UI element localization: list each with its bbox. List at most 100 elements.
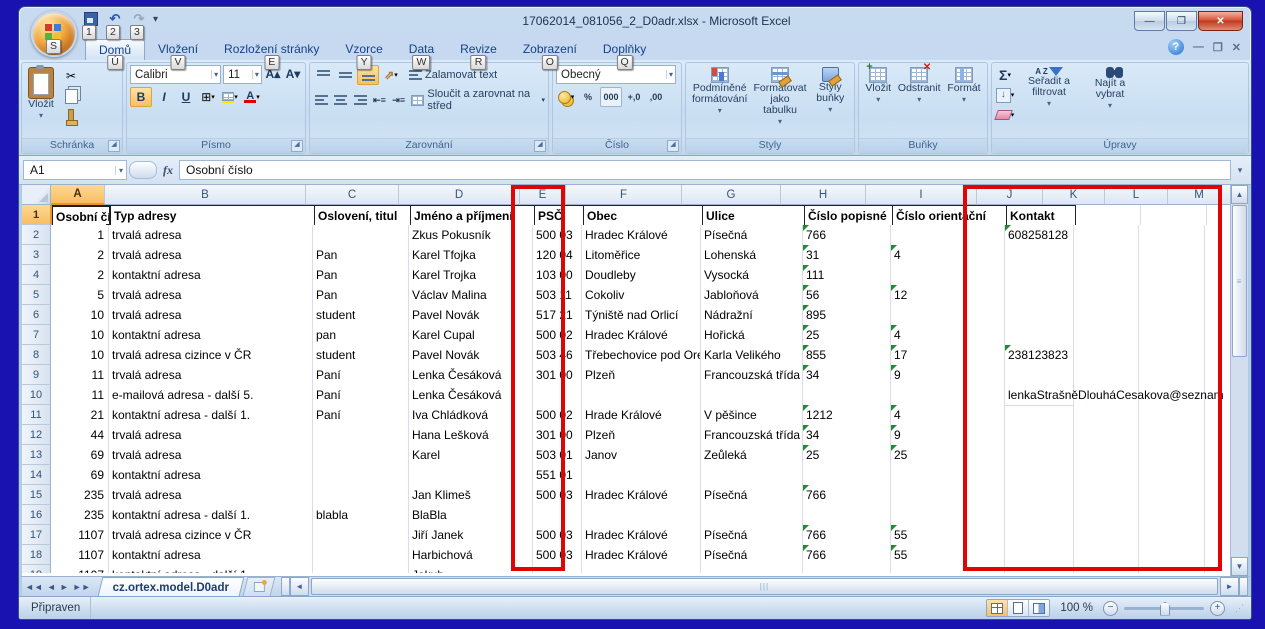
fill-button[interactable]: ↓▾: [995, 86, 1015, 104]
merge-center-button[interactable]: Sloučit a zarovnat na střed ▾: [411, 88, 545, 112]
cell-E18[interactable]: 500 03: [533, 545, 582, 566]
cell-B5[interactable]: trvalá adresa: [109, 285, 313, 306]
zoom-in-button[interactable]: +: [1210, 601, 1225, 616]
cell-G19[interactable]: [701, 565, 803, 573]
cell-B18[interactable]: kontaktní adresa: [109, 545, 313, 566]
cell-L19[interactable]: [1139, 565, 1205, 573]
autosum-button[interactable]: Σ▾: [995, 66, 1015, 84]
cell-F4[interactable]: Doudleby: [582, 265, 701, 286]
cell-E15[interactable]: 500 03: [533, 485, 582, 506]
conditional-formatting-button[interactable]: Podmíněné formátování ▾: [689, 65, 750, 136]
cell-F18[interactable]: Hradec Králové: [582, 545, 701, 566]
last-sheet-button[interactable]: ►►: [73, 582, 91, 592]
cell-H12[interactable]: 34: [803, 425, 891, 446]
cell-L1[interactable]: [1141, 205, 1207, 226]
cell-E8[interactable]: 503 46: [533, 345, 582, 366]
tab-vlo-en-[interactable]: VloženíV: [145, 39, 211, 60]
cell-E5[interactable]: 503 11: [533, 285, 582, 306]
cell-A17[interactable]: 1107: [51, 525, 109, 546]
cell-C9[interactable]: Paní: [313, 365, 409, 386]
cell-M15[interactable]: [1205, 485, 1230, 506]
row-header-10[interactable]: 10: [22, 385, 51, 405]
tab-data[interactable]: DataW: [396, 39, 447, 60]
row-header-17[interactable]: 17: [22, 525, 51, 545]
cell-B2[interactable]: trvalá adresa: [109, 225, 313, 246]
cell-K5[interactable]: [1074, 285, 1139, 306]
cell-A9[interactable]: 11: [51, 365, 109, 386]
cell-H6[interactable]: 895: [803, 305, 891, 326]
cell-B8[interactable]: trvalá adresa cizince v ČR: [109, 345, 313, 366]
shrink-font-button[interactable]: A▾: [284, 65, 302, 83]
align-top-button[interactable]: [313, 66, 333, 84]
cell-G14[interactable]: [701, 465, 803, 486]
zoom-slider-track[interactable]: [1124, 607, 1204, 610]
cell-H3[interactable]: 31: [803, 245, 891, 266]
cell-D4[interactable]: Karel Trojka: [409, 265, 533, 286]
cell-I5[interactable]: 12: [891, 285, 1005, 306]
row-header-8[interactable]: 8: [22, 345, 51, 365]
cell-F6[interactable]: Týniště nad Orlicí: [582, 305, 701, 326]
cell-I16[interactable]: [891, 505, 1005, 526]
format-as-table-button[interactable]: Formátovat jako tabulku ▾: [750, 65, 809, 136]
cell-D18[interactable]: Harbichová: [409, 545, 533, 566]
cell-B6[interactable]: trvalá adresa: [109, 305, 313, 326]
cell-F10[interactable]: [582, 385, 701, 406]
cell-B19[interactable]: kontaktní adresa - další 1.: [109, 565, 313, 573]
cell-C1[interactable]: Oslovení, titul: [315, 205, 411, 227]
cell-I8[interactable]: 17: [891, 345, 1005, 366]
scroll-down-icon[interactable]: ▼: [1231, 557, 1248, 576]
cell-G10[interactable]: [701, 385, 803, 406]
cell-D5[interactable]: Václav Malina: [409, 285, 533, 306]
cell-F11[interactable]: Hrade Králové: [582, 405, 701, 426]
cell-F17[interactable]: Hradec Králové: [582, 525, 701, 546]
cell-G6[interactable]: Nádražní: [701, 305, 803, 326]
cell-E12[interactable]: 301 00: [533, 425, 582, 446]
row-header-13[interactable]: 13: [22, 445, 51, 465]
cell-B9[interactable]: trvalá adresa: [109, 365, 313, 386]
align-center-button[interactable]: [332, 91, 349, 109]
tab-rozlo-en-str-nky[interactable]: Rozložení stránkyE: [211, 39, 332, 60]
cell-D17[interactable]: Jiří Janek: [409, 525, 533, 546]
cell-F1[interactable]: Obec: [584, 205, 703, 227]
cell-A5[interactable]: 5: [51, 285, 109, 306]
delete-cells-button[interactable]: Odstranit ▾: [895, 65, 944, 136]
page-break-view-button[interactable]: [1029, 600, 1049, 616]
cell-D16[interactable]: BlaBla: [409, 505, 533, 526]
align-right-button[interactable]: [352, 91, 369, 109]
tab-revize[interactable]: RevizeR: [447, 39, 510, 60]
cell-L3[interactable]: [1139, 245, 1205, 266]
cut-button[interactable]: ✂: [61, 67, 81, 85]
cell-F5[interactable]: Cokoliv: [582, 285, 701, 306]
workbook-close-button[interactable]: ✕: [1232, 41, 1241, 54]
cell-I19[interactable]: [891, 565, 1005, 573]
cell-G9[interactable]: Francouzská třída: [701, 365, 803, 386]
cell-H15[interactable]: 766: [803, 485, 891, 506]
cell-J2[interactable]: 608258128: [1005, 225, 1074, 246]
cell-L2[interactable]: [1139, 225, 1205, 246]
cell-G11[interactable]: V pěšince: [701, 405, 803, 426]
cell-G8[interactable]: Karla Velikého: [701, 345, 803, 366]
cell-H14[interactable]: [803, 465, 891, 486]
row-header-7[interactable]: 7: [22, 325, 51, 345]
cell-F14[interactable]: [582, 465, 701, 486]
cell-E16[interactable]: [533, 505, 582, 526]
cell-L13[interactable]: [1139, 445, 1205, 466]
cell-A6[interactable]: 10: [51, 305, 109, 326]
row-header-3[interactable]: 3: [22, 245, 51, 265]
row-header-9[interactable]: 9: [22, 365, 51, 385]
fill-color-button[interactable]: ▾: [220, 88, 240, 106]
select-all-corner[interactable]: [22, 185, 51, 205]
increase-indent-button[interactable]: ⇥≡: [390, 91, 407, 109]
cell-L18[interactable]: [1139, 545, 1205, 566]
name-box[interactable]: A1▾: [23, 160, 127, 180]
cell-A14[interactable]: 69: [51, 465, 109, 486]
cell-F8[interactable]: Třebechovice pod Orebem: [582, 345, 701, 366]
increase-decimal-button[interactable]: +,0: [624, 88, 644, 106]
cell-G17[interactable]: Písečná: [701, 525, 803, 546]
cell-G13[interactable]: Zeůleká: [701, 445, 803, 466]
cell-A4[interactable]: 2: [51, 265, 109, 286]
row-header-18[interactable]: 18: [22, 545, 51, 565]
help-icon[interactable]: ?: [1168, 39, 1184, 55]
cell-J1[interactable]: Kontakt: [1007, 205, 1076, 227]
cell-D15[interactable]: Jan Klimeš: [409, 485, 533, 506]
